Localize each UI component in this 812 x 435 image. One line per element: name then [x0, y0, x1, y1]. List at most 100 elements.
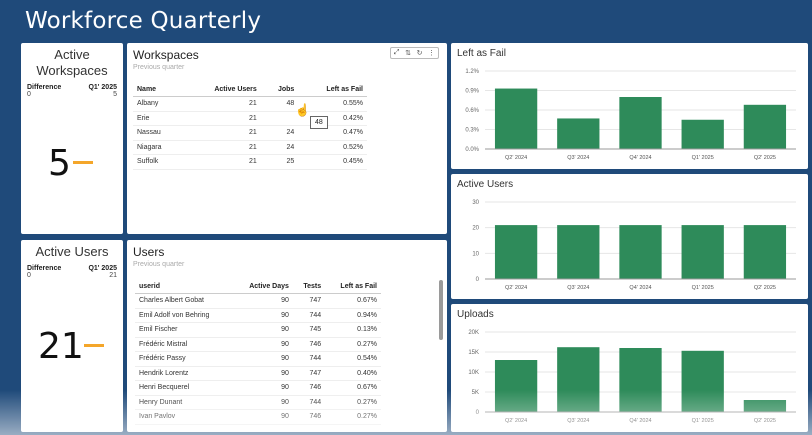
refresh-icon[interactable]: ↻ — [417, 49, 423, 57]
table-cell: 746 — [292, 409, 326, 425]
table-row[interactable]: Erie 21 0.42% — [133, 111, 367, 126]
kpi-difference-value: 0 — [27, 272, 31, 279]
table-cell: 90 — [233, 308, 293, 323]
bar — [494, 88, 538, 149]
bar — [494, 360, 538, 412]
y-tick-label: 30 — [472, 200, 479, 206]
bar — [743, 104, 787, 149]
column-header[interactable]: Active Days — [233, 280, 293, 294]
table-cell: 0.47% — [298, 125, 367, 141]
y-tick-label: 5K — [472, 390, 479, 396]
kpi-quarter-value: 21 — [109, 272, 117, 279]
panel-title: Users — [133, 245, 165, 259]
column-header[interactable]: Name — [133, 83, 184, 97]
kpi-big-value: 21 — [38, 326, 84, 367]
table-cell: 747 — [292, 366, 326, 381]
table-row[interactable]: Nassau 21 24 0.47% — [133, 125, 367, 141]
column-header[interactable]: userid — [135, 280, 234, 294]
table-cell: Ivan Pavlov — [135, 409, 234, 425]
table-row[interactable]: Ivan Pavlov 90 746 0.27% — [135, 409, 381, 425]
column-header[interactable]: Tests — [292, 280, 326, 294]
column-header[interactable]: Left as Fail — [298, 83, 367, 97]
kpi-title: Active Users — [35, 244, 109, 259]
workspaces-panel[interactable]: Workspaces Previous quarter ⤢ ⇅ ↻ ⋮ Name… — [127, 43, 447, 234]
sort-icon[interactable]: ⇅ — [405, 49, 411, 57]
y-tick-label: 15K — [468, 350, 479, 356]
x-tick-label: Q2' 2025 — [754, 418, 776, 424]
bar — [494, 225, 538, 279]
table-cell: 90 — [233, 322, 293, 338]
table-row[interactable]: Hendrik Lorentz 90 747 0.40% — [135, 366, 381, 381]
kpi-col-difference: Difference — [27, 265, 62, 272]
table-row[interactable]: Frédéric Passy 90 744 0.54% — [135, 351, 381, 367]
table-cell: 25 — [260, 154, 299, 170]
y-tick-label: 20 — [472, 226, 479, 232]
x-tick-label: Q2' 2024 — [505, 155, 527, 161]
table-row[interactable]: Niagara 21 24 0.52% — [133, 140, 367, 155]
table-cell: 21 — [183, 96, 261, 112]
table-cell: 0.13% — [325, 322, 381, 338]
x-tick-label: Q2' 2024 — [505, 285, 527, 291]
table-cell: Charles Albert Gobat — [135, 293, 234, 309]
bar — [681, 225, 724, 279]
y-tick-label: 10 — [472, 251, 479, 257]
active-users-chart-card[interactable]: Active Users 0 10 20 30 Q2' 2024 Q3' 2024 Q4' … — [451, 174, 808, 299]
table-cell: 21 — [183, 125, 261, 141]
active-users-card[interactable]: Active Users Difference Q1' 2025 0 21 21 — [21, 240, 123, 432]
users-table: userid Active Days Tests Left as Fail Ch… — [135, 280, 381, 425]
table-row[interactable]: Henri Becquerel 90 746 0.67% — [135, 380, 381, 396]
column-header[interactable]: Active Users — [183, 83, 261, 97]
x-tick-label: Q3' 2024 — [567, 155, 589, 161]
table-cell: 90 — [233, 366, 293, 381]
table-row[interactable]: Emil Fischer 90 745 0.13% — [135, 322, 381, 338]
table-cell: 0.67% — [325, 380, 381, 396]
table-row[interactable]: Emil Adolf von Behring 90 744 0.94% — [135, 308, 381, 323]
expand-icon[interactable]: ⤢ — [394, 49, 400, 57]
x-tick-label: Q4' 2024 — [629, 155, 651, 161]
table-cell: 746 — [292, 380, 326, 396]
column-header[interactable]: Left as Fail — [325, 280, 381, 294]
table-cell: Erie — [133, 111, 184, 126]
x-tick-label: Q4' 2024 — [629, 285, 651, 291]
table-cell: 744 — [292, 351, 326, 367]
chart-title: Left as Fail — [457, 48, 506, 59]
users-panel[interactable]: Users Previous quarter userid Active Day… — [127, 240, 447, 432]
x-tick-label: Q1' 2025 — [692, 155, 714, 161]
y-tick-label: 0 — [476, 277, 480, 283]
left-as-fail-chart-card[interactable]: Left as Fail 0.0% 0.3% 0.6% 0.9% 1.2% Q2' 202… — [451, 43, 808, 169]
table-cell: 0.40% — [325, 366, 381, 381]
table-cell: 90 — [233, 380, 293, 396]
x-tick-label: Q1' 2025 — [692, 418, 714, 424]
chart-title: Uploads — [457, 309, 494, 320]
table-cell: Frédéric Mistral — [135, 337, 234, 352]
table-cell: 0.27% — [325, 409, 381, 425]
bar — [681, 350, 724, 412]
table-cell: Emil Fischer — [135, 322, 234, 338]
x-tick-label: Q4' 2024 — [629, 418, 651, 424]
cell-tooltip: 48 — [310, 116, 328, 129]
table-cell: 48 — [260, 96, 299, 112]
y-tick-label: 0.0% — [465, 147, 479, 153]
table-cell: 0.54% — [325, 351, 381, 367]
table-cell: Henry Dunant — [135, 395, 234, 410]
bar — [743, 225, 787, 279]
x-tick-label: Q2' 2025 — [754, 155, 776, 161]
table-cell: 744 — [292, 308, 326, 323]
bar — [557, 118, 600, 149]
column-header[interactable]: Jobs — [260, 83, 299, 97]
uploads-chart-card[interactable]: Uploads 0 5K 10K 15K 20K Q2' 2024 Q3' 2024 Q4' … — [451, 304, 808, 432]
active-workspaces-card[interactable]: Active Workspaces Difference Q1' 2025 0 … — [21, 43, 123, 234]
table-cell: Albany — [133, 96, 184, 112]
kpi-title: Active Workspaces — [36, 47, 108, 78]
more-icon[interactable]: ⋮ — [428, 49, 435, 57]
active-users-bar-chart: 0 10 20 30 Q2' 2024 Q3' 2024 Q4' 2024 Q1' 2025 Q… — [472, 200, 796, 291]
table-row[interactable]: Henry Dunant 90 744 0.27% — [135, 395, 381, 410]
vertical-scrollbar[interactable] — [439, 280, 443, 340]
table-row[interactable]: Charles Albert Gobat 90 747 0.67% — [135, 293, 381, 309]
table-cell: 746 — [292, 337, 326, 352]
table-row[interactable]: Albany 21 48 0.55% — [133, 96, 367, 112]
y-tick-label: 0.9% — [465, 89, 479, 95]
table-row[interactable]: Frédéric Mistral 90 746 0.27% — [135, 337, 381, 352]
table-row[interactable]: Suffolk 21 25 0.45% — [133, 154, 367, 170]
table-cell: 744 — [292, 395, 326, 410]
